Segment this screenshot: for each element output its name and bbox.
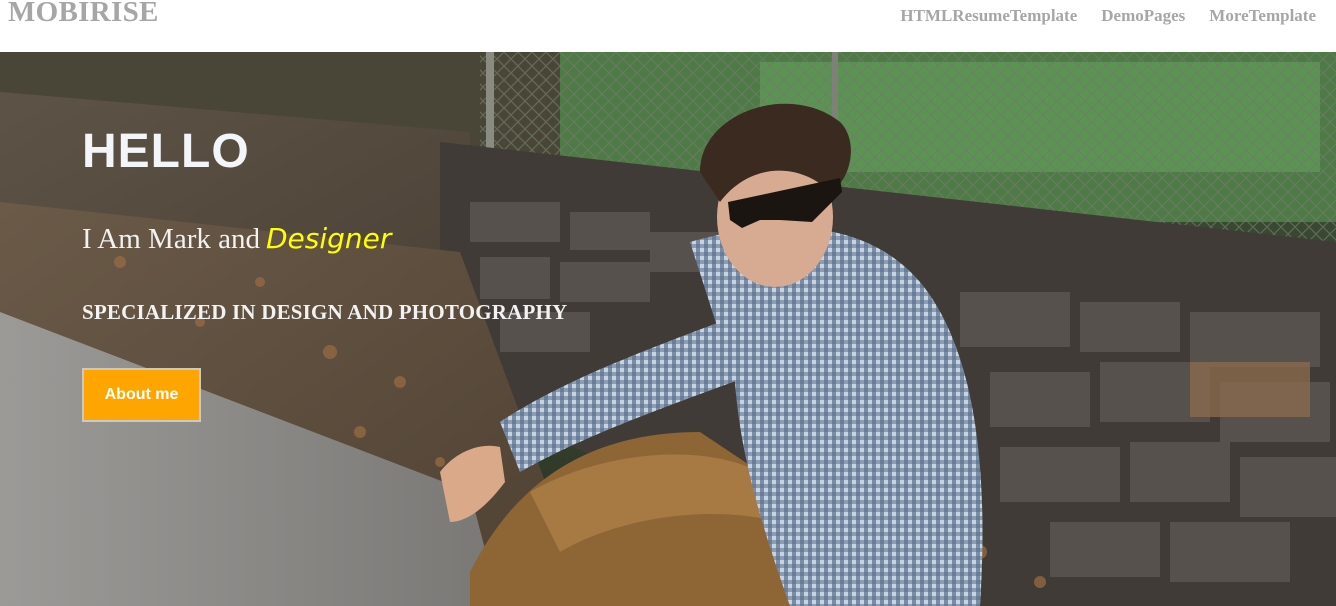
hero-intro-prefix: I Am Mark and: [82, 223, 260, 255]
hero-tagline: SPECIALIZED IN DESIGN AND PHOTOGRAPHY: [82, 300, 568, 324]
hero-role-highlight: Designer: [266, 222, 392, 255]
nav-link-html-resume-template[interactable]: HTMLResumeTemplate: [900, 6, 1077, 26]
nav-link-demo-pages[interactable]: DemoPages: [1101, 6, 1185, 26]
top-navbar: MOBIRISE HTMLResumeTemplate DemoPages Mo…: [0, 0, 1336, 52]
brand-logo[interactable]: MOBIRISE: [8, 0, 159, 29]
hero-intro: I Am Mark and Designer: [82, 222, 391, 256]
hero-heading: HELLO: [82, 125, 250, 178]
about-me-button[interactable]: About me: [82, 368, 201, 422]
hero-section: HELLO I Am Mark and Designer SPECIALIZED …: [0, 52, 1336, 606]
nav-links: HTMLResumeTemplate DemoPages MoreTemplat…: [900, 6, 1316, 26]
nav-link-more-template[interactable]: MoreTemplate: [1209, 6, 1316, 26]
